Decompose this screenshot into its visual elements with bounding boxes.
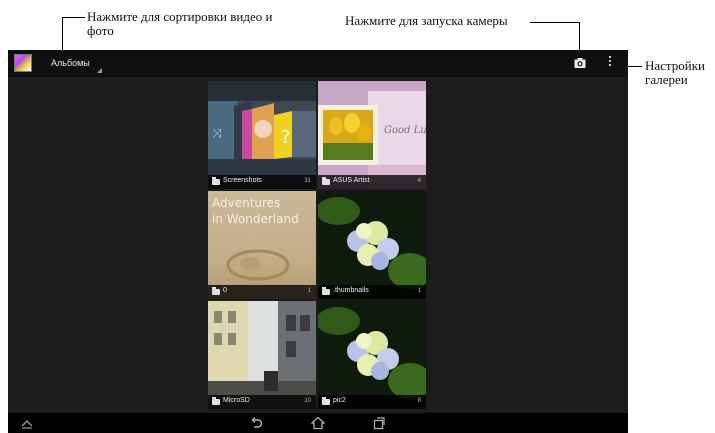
gallery-screen: Альбомы ? ⤨ Screenshots 31 Good Lu ASUS … <box>8 50 628 433</box>
album-tile[interactable]: MicroSD 10 <box>208 301 316 409</box>
camera-callout-line-h <box>530 22 580 23</box>
svg-text:?: ? <box>281 127 291 148</box>
album-tile[interactable]: .thumbnails 1 <box>318 191 426 299</box>
album-name: .thumbnails <box>333 287 369 294</box>
album-tile[interactable]: pic2 8 <box>318 301 426 409</box>
album-caption-bar: ASUS Artist 4 <box>318 175 426 189</box>
album-thumbnail <box>226 249 290 281</box>
album-count: 31 <box>304 178 311 184</box>
artist-art-text: Good Lu <box>384 125 426 136</box>
album-name: Screenshots <box>223 177 262 184</box>
album-thumbnail <box>318 191 426 299</box>
back-icon[interactable] <box>249 416 263 430</box>
album-thumbnail: Good Lu <box>318 81 426 189</box>
action-bar: Альбомы <box>8 50 628 77</box>
album-count: 8 <box>417 398 421 404</box>
folder-icon <box>212 287 220 295</box>
folder-icon <box>322 287 330 295</box>
album-caption-bar: MicroSD 10 <box>208 395 316 409</box>
gallery-app-icon[interactable] <box>14 54 32 72</box>
dropdown-corner-icon <box>97 68 102 73</box>
album-count: 1 <box>417 288 421 294</box>
album-name: 0 <box>223 287 227 294</box>
album-thumbnail: ? ⤨ <box>208 81 316 189</box>
album-name: MicroSD <box>223 397 250 404</box>
svg-text:⤨: ⤨ <box>212 126 222 140</box>
album-tile[interactable]: ? ⤨ Screenshots 31 <box>208 81 316 189</box>
overflow-menu-icon[interactable] <box>607 56 613 70</box>
album-count: 4 <box>417 178 421 184</box>
settings-callout-text: Настройки галереи <box>645 58 705 87</box>
album-caption-bar: Screenshots 31 <box>208 175 316 189</box>
system-nav-bar <box>8 413 628 433</box>
camera-callout-text: Нажмите для запуска камеры <box>345 13 508 28</box>
collapse-icon[interactable] <box>20 416 34 430</box>
album-count: 10 <box>304 398 311 404</box>
album-tile[interactable]: Good Lu ASUS Artist 4 <box>318 81 426 189</box>
folder-icon <box>322 397 330 405</box>
album-count: 1 <box>307 288 311 294</box>
album-tile[interactable]: Adventures in Wonderland 0 1 <box>208 191 316 299</box>
folder-icon <box>322 177 330 185</box>
album-thumbnail <box>318 301 426 409</box>
home-icon[interactable] <box>311 416 325 430</box>
album-caption-bar: 0 1 <box>208 285 316 299</box>
sort-callout-line-h <box>62 17 85 18</box>
folder-icon <box>212 177 220 185</box>
album-caption-bar: pic2 8 <box>318 395 426 409</box>
albums-sort-dropdown[interactable]: Альбомы <box>51 58 90 68</box>
sort-callout-text: Нажмите для сортировки видео и фото <box>87 9 273 38</box>
camera-icon[interactable] <box>574 57 586 69</box>
recent-apps-icon[interactable] <box>372 416 386 430</box>
album-name: pic2 <box>333 397 346 404</box>
album-caption-bar: .thumbnails 1 <box>318 285 426 299</box>
folder-icon <box>212 397 220 405</box>
album-name: ASUS Artist <box>333 177 370 184</box>
album-thumbnail <box>208 301 316 409</box>
